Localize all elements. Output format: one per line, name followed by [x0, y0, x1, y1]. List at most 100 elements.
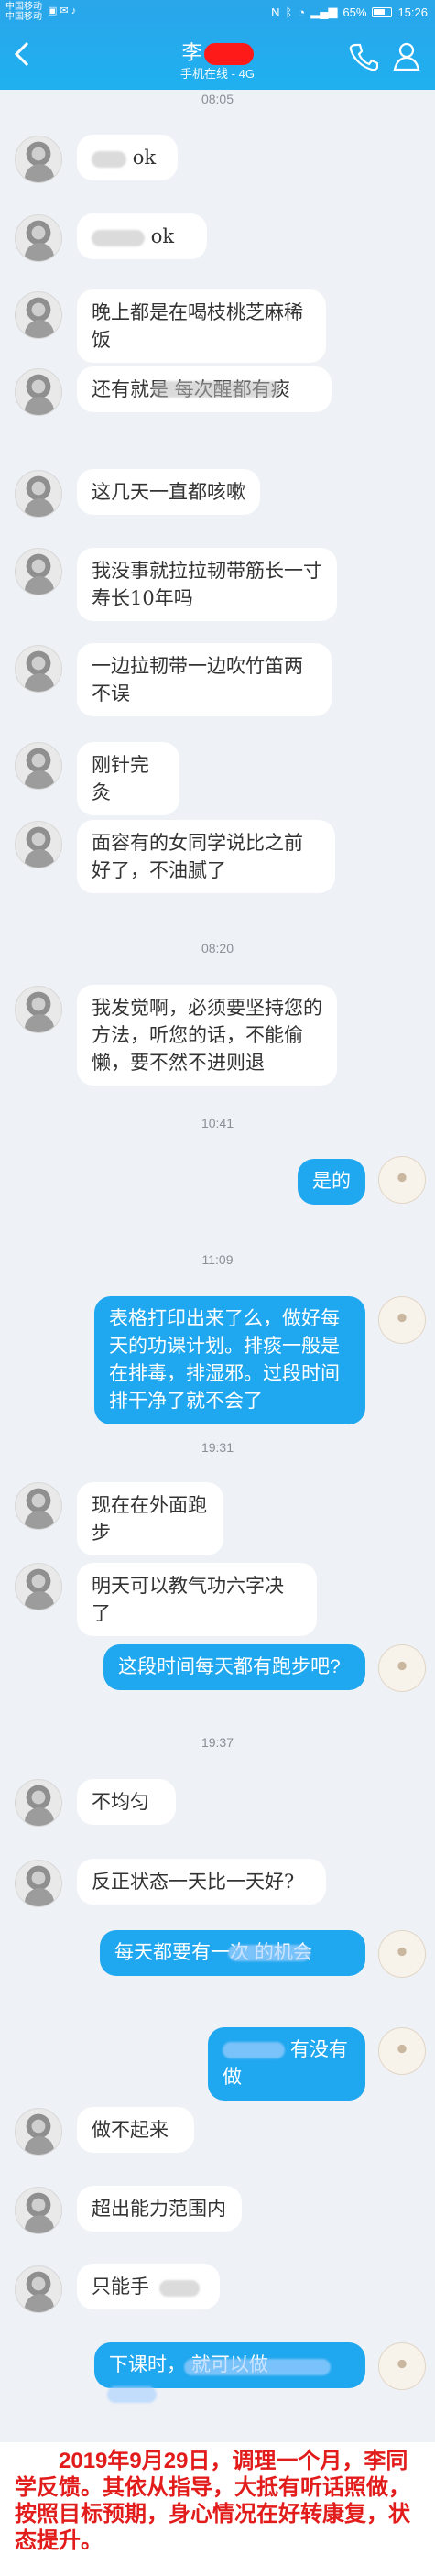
message-bubble[interactable]: 还有就是 每次醒都有痰 — [77, 366, 332, 412]
bluetooth-icon: ᛒ — [285, 5, 293, 19]
message-text: 是的 — [312, 1171, 351, 1192]
message-bubble[interactable]: ok — [77, 213, 207, 259]
message-text: 明天可以教气功六字决了 — [92, 1575, 284, 1624]
avatar[interactable] — [15, 2265, 62, 2313]
message-bubble[interactable]: 我没事就拉拉韧带筋长一寸寿长10年吗 — [77, 548, 337, 621]
timestamp: 11:09 — [201, 1252, 234, 1267]
wifi-icon: ◔ — [298, 5, 306, 19]
timestamp: 19:37 — [201, 1735, 234, 1750]
blurred-text — [184, 2359, 331, 2375]
blurred-text — [158, 2279, 200, 2297]
avatar[interactable] — [15, 214, 62, 262]
avatar[interactable] — [15, 1860, 62, 1907]
carrier-1: 中国移动 — [5, 2, 42, 12]
status-clock: 15:26 — [397, 5, 428, 19]
message-text: 我发觉啊，必须要坚持您的方法，听您的话，不能偷懒，要不然不进则退 — [92, 997, 322, 1074]
message-bubble[interactable]: 我发觉啊，必须要坚持您的方法，听您的话，不能偷懒，要不然不进则退 — [77, 985, 337, 1086]
message-text: ok — [132, 147, 157, 169]
message-bubble[interactable]: 做不起来 — [77, 2107, 194, 2153]
message-text: ok — [150, 225, 175, 247]
message-text: 晚上都是在喝枝桃芝麻稀饭 — [92, 301, 303, 351]
message-bubble[interactable]: 刚针完灸 — [77, 742, 179, 815]
nfc-icon: N — [271, 5, 280, 19]
message-text: 只能手 — [92, 2276, 149, 2298]
summary-caption: 2019年9月29日，调理一个月，李同学反馈。其依从指导，大抵有听话照做，按照目… — [0, 2442, 435, 2576]
avatar[interactable] — [15, 291, 62, 339]
message-bubble[interactable]: 表格打印出来了么，做好每天的功课计划。排痰一般是在排毒，排湿邪。过段时间排干净了… — [94, 1296, 365, 1424]
message-text: 刚针完灸 — [92, 754, 149, 803]
message-text: 现在在外面跑步 — [92, 1494, 207, 1544]
image-icon: ▣ — [48, 5, 58, 16]
status-icons-right: N ᛒ ◔ ▂▄▆ 65% 15:26 — [271, 5, 428, 19]
battery-icon — [372, 6, 393, 17]
phone-icon — [349, 43, 379, 71]
timestamp: 19:31 — [201, 1440, 234, 1455]
message-bubble[interactable]: 不均匀 — [77, 1779, 176, 1825]
avatar[interactable] — [15, 368, 62, 416]
message-bubble[interactable]: 面容有的女同学说比之前好了，不油腻了 — [77, 820, 335, 893]
message-text: 一边拉韧带一边吹竹笛两不误 — [92, 655, 303, 704]
timestamp: 10:41 — [201, 1116, 234, 1130]
avatar[interactable] — [15, 1482, 62, 1530]
blurred-text — [92, 229, 145, 246]
status-bar: 中国移动 中国移动 ▣ ✉ ♪ N ᛒ ◔ ▂▄▆ 65% 15:26 — [0, 0, 435, 24]
carrier-labels: 中国移动 中国移动 — [5, 2, 42, 22]
blurred-text — [223, 2042, 285, 2059]
message-bubble[interactable]: 明天可以教气功六字决了 — [77, 1563, 317, 1636]
message-text: 做不起来 — [92, 2119, 169, 2141]
message-bubble[interactable]: 反正状态一天比一天好? — [77, 1859, 326, 1905]
message-bubble[interactable]: 这几天一直都咳嗽 — [77, 469, 260, 515]
message-text: 反正状态一天比一天好? — [92, 1871, 295, 1893]
qq-icon: ♪ — [71, 5, 77, 16]
call-button[interactable] — [347, 40, 379, 71]
message-bubble[interactable]: 是的 — [298, 1159, 365, 1205]
avatar[interactable] — [15, 645, 62, 693]
avatar[interactable] — [15, 1563, 62, 1610]
blurred-text — [152, 381, 280, 398]
chat-header: 中国移动 中国移动 ▣ ✉ ♪ N ᛒ ◔ ▂▄▆ 65% 15:26 李 手机… — [0, 0, 435, 90]
message-text: 超出能力范围内 — [92, 2198, 226, 2220]
profile-button[interactable] — [391, 40, 422, 71]
message-bubble[interactable]: 超出能力范围内 — [77, 2186, 242, 2232]
message-icon: ✉ — [60, 5, 69, 16]
signal-icon: ▂▄▆ — [310, 5, 338, 18]
message-text: 表格打印出来了么，做好每天的功课计划。排痰一般是在排毒，排湿邪。过段时间排干净了… — [109, 1308, 340, 1412]
message-bubble[interactable]: 每天都要有一次 的机会 — [100, 1930, 365, 1976]
message-text: 面容有的女同学说比之前好了，不油腻了 — [92, 832, 303, 881]
avatar[interactable] — [378, 1296, 426, 1344]
avatar[interactable] — [15, 2187, 62, 2234]
avatar[interactable] — [378, 1930, 426, 1978]
timestamp: 08:20 — [201, 941, 234, 955]
message-text: 这段时间每天都有跑步吧? — [118, 1656, 341, 1677]
message-bubble[interactable]: 只能手 — [77, 2264, 220, 2309]
avatar[interactable] — [15, 742, 62, 790]
message-bubble[interactable]: 一边拉韧带一边吹竹笛两不误 — [77, 643, 332, 716]
avatar[interactable] — [378, 2342, 426, 2390]
carrier-2: 中国移动 — [5, 12, 42, 22]
blurred-text — [107, 2386, 157, 2403]
message-bubble[interactable]: 晚上都是在喝枝桃芝麻稀饭 — [77, 289, 326, 363]
battery-percent: 65% — [343, 5, 367, 19]
message-bubble[interactable]: 下课时， 就可以做 — [94, 2342, 365, 2403]
avatar[interactable] — [15, 821, 62, 868]
blurred-text — [228, 1945, 310, 1961]
avatar[interactable] — [378, 2027, 426, 2075]
message-bubble[interactable]: 这段时间每天都有跑步吧? — [103, 1644, 365, 1690]
avatar[interactable] — [15, 470, 62, 518]
message-bubble[interactable]: 现在在外面跑步 — [77, 1482, 223, 1555]
blurred-text — [92, 150, 126, 168]
avatar[interactable] — [15, 548, 62, 595]
avatar[interactable] — [378, 1156, 426, 1204]
avatar[interactable] — [15, 136, 62, 183]
message-text: 这几天一直都咳嗽 — [92, 481, 245, 503]
avatar[interactable] — [15, 2108, 62, 2156]
message-text: 不均匀 — [92, 1791, 149, 1813]
message-bubble[interactable]: ok — [77, 135, 178, 180]
message-text: 我没事就拉拉韧带筋长一寸寿长10年吗 — [92, 560, 322, 609]
contact-name: 李 — [181, 41, 202, 64]
avatar[interactable] — [15, 986, 62, 1033]
timestamp: 08:05 — [201, 92, 234, 106]
avatar[interactable] — [378, 1644, 426, 1692]
message-bubble[interactable]: 有没有做 — [208, 2027, 365, 2101]
avatar[interactable] — [15, 1779, 62, 1827]
